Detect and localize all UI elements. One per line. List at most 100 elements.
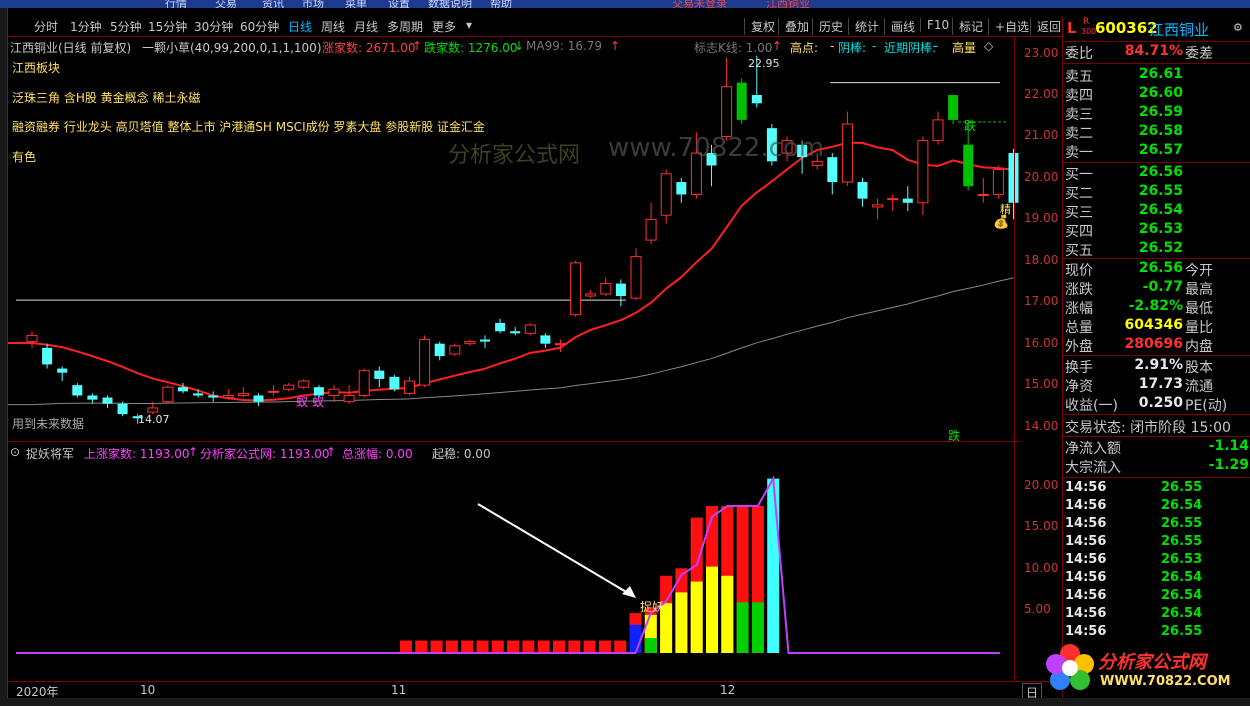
stats-button[interactable]: 统计 [848, 18, 879, 35]
webi-value: 84.71% [1124, 43, 1183, 59]
indicator-bar-red [430, 640, 443, 653]
indicator-tick-label: 10.00 [1024, 560, 1059, 575]
menu-market2[interactable]: 市场 [302, 0, 324, 8]
legend-volume: 高量 [952, 41, 977, 55]
period-tab-60min[interactable]: 60分钟 [240, 18, 279, 35]
ask-row: 卖一 26.57 [1063, 142, 1250, 161]
menu-trade[interactable]: 交易 [215, 0, 237, 8]
legend-dash: - [830, 39, 835, 53]
quote-prefix: L [1067, 19, 1077, 37]
period-tab-more[interactable]: 更多 [432, 18, 456, 35]
arrow-up-icon: ↑ [610, 39, 621, 53]
arrow-down-icon: ↓ [514, 39, 525, 53]
stat-label-2: 内盘 [1185, 339, 1213, 355]
candle-body [660, 173, 672, 216]
candle-body [524, 324, 536, 334]
back-button[interactable]: 返回 [1030, 18, 1061, 35]
candle-body [449, 345, 461, 355]
candle-body [358, 370, 370, 396]
bid-price: 26.54 [1138, 202, 1183, 218]
ask-label: 卖五 [1065, 69, 1093, 85]
legend-indicator-name[interactable]: 一颗小草(40,99,200,0,1,1,100) [142, 39, 322, 56]
candle-body [283, 384, 295, 390]
candle-body [42, 347, 53, 365]
candle-body [72, 385, 83, 396]
period-tab-30min[interactable]: 30分钟 [194, 18, 233, 35]
sub-legend-start: 起稳: 0.00 [432, 447, 491, 461]
annotation-high-price: 22.95 [748, 57, 780, 70]
wecha-label: 委差 [1185, 46, 1213, 62]
collapse-icon[interactable]: ⊙ [10, 445, 20, 459]
stat2-label: 净资 [1065, 379, 1093, 395]
candle-body [540, 335, 551, 344]
bid-price: 26.53 [1138, 221, 1183, 237]
menu-menu[interactable]: 菜单 [345, 0, 367, 8]
tick-price: 26.55 [1161, 534, 1203, 549]
stat-value: 280696 [1124, 336, 1183, 352]
menu-data-info[interactable]: 数据说明 [428, 0, 472, 8]
chevron-down-icon[interactable]: ▾ [466, 18, 472, 32]
candle-body [872, 204, 884, 208]
block-inflow-label: 大宗流入 [1065, 460, 1121, 476]
block-inflow-value: -1.29 [1208, 457, 1249, 473]
sub-legend-site: 分析家公式网: 1193.00 [200, 447, 330, 461]
period-tab-fenshi[interactable]: 分时 [34, 18, 58, 35]
period-tab-multi[interactable]: 多周期 [387, 18, 423, 35]
bid-label: 买二 [1065, 186, 1093, 202]
fuquan-button[interactable]: 复权 [744, 18, 775, 35]
candle-body [480, 339, 490, 342]
money-bag-icon[interactable]: 💰 [993, 215, 1009, 230]
period-tab-weekly[interactable]: 周线 [321, 18, 345, 35]
menu-help[interactable]: 帮助 [490, 0, 512, 8]
period-tab-1min[interactable]: 1分钟 [70, 18, 102, 35]
f10-button[interactable]: F10 [920, 18, 949, 32]
candle-body [902, 198, 913, 203]
mark-button[interactable]: 标记 [952, 18, 983, 35]
indicator-tick-label: 15.00 [1024, 519, 1059, 534]
candle-body [600, 283, 612, 295]
menu-settings[interactable]: 设置 [388, 0, 410, 8]
candle-body [645, 218, 657, 241]
period-tab-5min[interactable]: 5分钟 [110, 18, 142, 35]
price-tick-label: 17.00 [1024, 294, 1059, 309]
sub-legend-amplitude: 总涨幅: 0.00 [342, 447, 413, 461]
candle-body [736, 82, 747, 120]
menu-news[interactable]: 资讯 [262, 0, 284, 8]
overlay-button[interactable]: 叠加 [778, 18, 809, 35]
price-tick-label: 18.00 [1024, 252, 1059, 267]
axis-divider [1014, 37, 1015, 681]
stat2-label-2: 股本 [1185, 360, 1213, 376]
ask-price: 26.58 [1138, 123, 1183, 139]
menu-market[interactable]: 行情 [165, 0, 187, 8]
sub-legend-name[interactable]: 捉妖将军 [26, 445, 74, 462]
tick-row: 14:56 26.54 [1065, 606, 1247, 624]
tick-price: 26.54 [1161, 570, 1203, 585]
candle-body [419, 339, 431, 386]
bid-row: 买一 26.56 [1063, 164, 1250, 183]
period-tab-daily[interactable]: 日线 [288, 18, 312, 35]
tick-time: 14:56 [1065, 534, 1107, 549]
tick-time: 14:56 [1065, 624, 1107, 639]
indicator-sub-panel[interactable]: ⊙ 捉妖将军 上涨家数: 1193.00 ↑ 分析家公式网: 1193.00 ↑… [8, 441, 1022, 681]
net-inflow-label: 净流入额 [1065, 441, 1121, 457]
candle-body [193, 393, 204, 396]
arrow-up-icon: ↑ [326, 445, 337, 459]
stat-row: 外盘 280696 内盘 [1063, 336, 1250, 355]
draw-line-button[interactable]: 画线 [884, 18, 915, 35]
add-watchlist-button[interactable]: +自选 [988, 18, 1029, 35]
indicator-chart[interactable] [8, 442, 1022, 682]
settings-icon[interactable]: ⚙ [1233, 21, 1243, 34]
annotation-ant: 蚁 [296, 395, 309, 409]
net-inflow-row: 净流入额 -1.14 [1063, 438, 1250, 457]
history-button[interactable]: 历史 [812, 18, 843, 35]
period-tab-monthly[interactable]: 月线 [354, 18, 378, 35]
tag-region: 江西板块 [12, 61, 61, 75]
period-tab-15min[interactable]: 15分钟 [148, 18, 187, 35]
legend-stock-name: 江西铜业(日线 前复权) [10, 41, 132, 55]
candle-body [162, 386, 174, 403]
kline-main-panel[interactable]: 江西铜业(日线 前复权) 一颗小草(40,99,200,0,1,1,100) 涨… [8, 37, 1022, 443]
legend-dash: - [872, 39, 877, 53]
candle-body [932, 119, 944, 142]
top-stock-name: 江西铜业 [766, 0, 810, 8]
stat-label-2: 最低 [1185, 301, 1213, 317]
